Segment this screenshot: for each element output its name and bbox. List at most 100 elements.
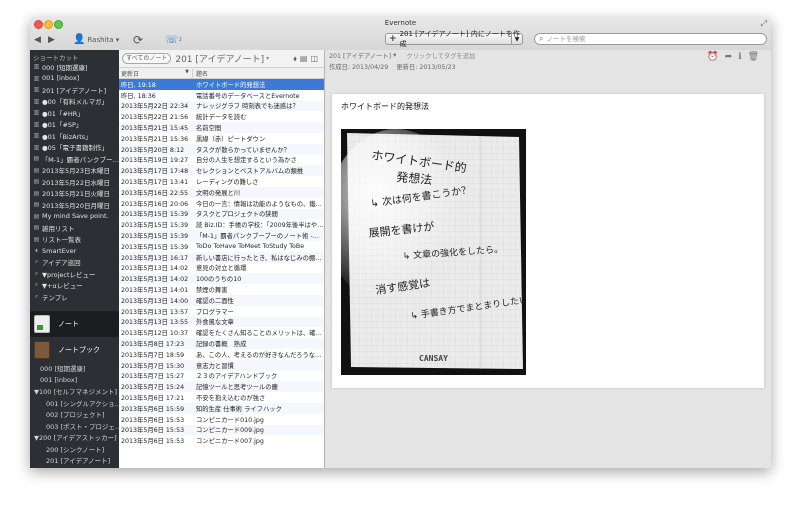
shortcut-item[interactable]: ⌕ ▼projectレビュー bbox=[30, 268, 119, 280]
note-row[interactable]: 2013年5月15日 15:39 「M-1」覇者パンクブーブーのノート術 -… bbox=[119, 230, 324, 241]
note-row[interactable]: 2013年5月20日 8:12 タスクが散らかっていませんか？ bbox=[119, 143, 324, 155]
notebook-item[interactable]: 201 [アイデアノート] bbox=[30, 455, 119, 467]
updated-date: 更新日: 2013/05/23 bbox=[396, 64, 456, 71]
chevron-down-icon[interactable]: ▾ bbox=[266, 55, 269, 62]
search-input[interactable] bbox=[546, 35, 747, 43]
shortcut-item[interactable]: ▤ 2013年5月23日木曜日 bbox=[30, 165, 119, 177]
column-updated[interactable]: 更新日 ▼ bbox=[119, 68, 193, 78]
note-row[interactable]: 2013年5月21日 15:36 黒線（赤）ピートダウン bbox=[119, 133, 324, 144]
note-detail-pane: 201 [アイデアノート] ▾ クリックしてタグを追加 ⏰➦ℹ🗑 作成日: 20… bbox=[325, 50, 771, 468]
note-title[interactable]: ホワイトボード的発想法 bbox=[341, 101, 429, 112]
note-row[interactable]: 2013年5月13日 13:57 プログラマー bbox=[119, 306, 324, 317]
note-row[interactable]: 2013年5月7日 15:27 ２３のアイデアハンドブック bbox=[119, 371, 324, 382]
sidebar-notes[interactable]: ノート bbox=[30, 310, 119, 337]
note-row[interactable]: 2013年5月15日 15:39 読 Biz.ID：手帳の学校：「2009年後半は… bbox=[119, 219, 324, 230]
share-icon[interactable]: ➦ bbox=[725, 52, 739, 62]
note-row[interactable]: 2013年5月13日 16:17 新しい書店に行ったとき、私はなじみの棚… bbox=[119, 251, 324, 263]
new-note-dropdown-icon[interactable]: ▼ bbox=[511, 34, 522, 45]
note-notebook-selector[interactable]: 201 [アイデアノート] bbox=[329, 51, 391, 60]
shortcut-item[interactable]: ⌕ アイデア巡回 bbox=[30, 257, 119, 269]
note-row-date: 2013年5月6日 17:21 bbox=[121, 395, 185, 402]
note-row[interactable]: 2013年5月7日 15:30 意志力と習慣 bbox=[119, 359, 324, 371]
shortcut-item[interactable]: ▥ 201 [アイデアノート] bbox=[30, 84, 119, 96]
shortcut-item[interactable]: ▤ 2013年5月20日月曜日 bbox=[30, 199, 119, 211]
shortcut-item[interactable]: ▥ 001 [inbox] bbox=[30, 73, 119, 85]
shortcut-label: My mind Save point. bbox=[42, 212, 109, 221]
note-row[interactable]: 2013年5月16日 20:06 今日の一言：情報は功能のようなもの、鍛… bbox=[119, 198, 324, 209]
note-row[interactable]: 2013年5月13日 14:01 禁煙の舞害 bbox=[119, 284, 324, 295]
forward-arrow-icon[interactable]: ▶ bbox=[48, 33, 55, 46]
info-icon[interactable]: ℹ bbox=[738, 52, 747, 62]
note-row[interactable]: 2013年5月6日 15:59 知的生産 仕事術 ライフハック bbox=[119, 402, 324, 414]
note-row[interactable]: 2013年5月15日 15:39 タスクとプロジェクトの狭間 bbox=[119, 208, 324, 220]
shortcut-item[interactable]: ▥ ●01「#SP」 bbox=[30, 119, 119, 131]
shortcut-item[interactable]: ▤ 2013年5月22日水曜日 bbox=[30, 176, 119, 188]
current-notebook-title[interactable]: 201 [アイデアノート] bbox=[175, 52, 264, 65]
notebook-item[interactable]: 200 [シンクノート] bbox=[30, 443, 119, 455]
notebook-item[interactable]: 002 [プロジェクト] bbox=[30, 409, 119, 421]
note-row[interactable]: 2013年5月22日 22:34 ナレッジグラフ 時刻表でも迷惑は？ bbox=[119, 100, 324, 112]
account-menu[interactable]: 👤 Rashita ▾ bbox=[73, 33, 119, 46]
note-row[interactable]: 2013年5月12日 10:37 確認をたくさん知ることのメリットは、確… bbox=[119, 327, 324, 338]
shortcut-item[interactable]: ⌕ ▼+αレビュー bbox=[30, 280, 119, 292]
notebook-item[interactable]: 000 [短期選康] bbox=[30, 363, 119, 375]
shortcut-item[interactable]: ▤ 「M-1」覇者パンクブー… bbox=[30, 153, 119, 165]
notebook-item[interactable]: ▼100 [セルフマネジメント] bbox=[30, 386, 119, 398]
note-row[interactable]: 2013年5月13日 14:02 100のうちの10 bbox=[119, 273, 324, 285]
sync-button[interactable]: ⟳ bbox=[133, 33, 143, 47]
notebook-item[interactable]: 001 [シングルアクショ… bbox=[30, 397, 119, 409]
note-row[interactable]: 2013年5月13日 14:00 確認の二面性 bbox=[119, 294, 324, 306]
note-editor[interactable]: ホワイトボード的発想法 ホワイトボード的 発想法 ↳ 次は何を書こうか？ 展開を… bbox=[326, 94, 764, 388]
notebook-info-icon[interactable]: ▤ bbox=[300, 54, 311, 63]
note-row[interactable]: 2013年5月13日 14:02 意見の対立と循環 bbox=[119, 263, 324, 274]
note-row[interactable]: 2013年5月6日 17:21 不安を抱え込むのが強さ bbox=[119, 392, 324, 403]
new-note-button[interactable]: + 201 [アイデアノート] 内にノートを作成 ▼ bbox=[385, 30, 523, 48]
shortcut-item[interactable]: ▥ 000 [短期選康] bbox=[30, 61, 119, 73]
note-row[interactable]: 昨日, 18:36 電話番号のデータベースとEvernote bbox=[119, 90, 324, 101]
all-notes-button[interactable]: すべてのノート bbox=[122, 53, 172, 64]
shortcut-item[interactable]: ▤ My mind Save point. bbox=[30, 211, 119, 223]
shortcut-item[interactable]: ▤ 雑用リスト bbox=[30, 222, 119, 234]
column-title[interactable]: 題名 bbox=[193, 69, 208, 78]
shortcut-item[interactable]: ▥ ●05「電子書籍制作」 bbox=[30, 142, 119, 154]
shortcut-item[interactable]: ▤ 2013年5月21日火曜日 bbox=[30, 188, 119, 200]
note-row[interactable]: 2013年5月16日 22:55 文明の発展と川 bbox=[119, 186, 324, 198]
fullscreen-icon[interactable]: ⤢ bbox=[761, 19, 767, 29]
sidebar-notebooks[interactable]: ノートブック bbox=[30, 337, 119, 363]
note-row[interactable]: 2013年5月6日 15:53 コンピニカード010.jpg bbox=[119, 414, 324, 425]
note-row[interactable]: 2013年5月7日 15:24 記憶ツールと思考ツールの塵 bbox=[119, 381, 324, 393]
shortcut-item[interactable]: ⌕ テンプレ bbox=[30, 291, 119, 303]
notebook-item[interactable]: 003 [ポスト・プロジェ… bbox=[30, 420, 119, 432]
activity-feed-button[interactable]: ☏ 2 bbox=[165, 33, 182, 46]
shortcut-item[interactable]: ▥ ●01「BizArts」 bbox=[30, 130, 119, 142]
note-row-date: 2013年5月17日 13:41 bbox=[121, 179, 189, 187]
view-toggle-icon[interactable]: ◫ bbox=[310, 54, 321, 63]
note-row[interactable]: 2013年5月22日 21:56 統計データを読む bbox=[119, 111, 324, 122]
note-row[interactable]: 2013年5月8日 17:23 記録の書概 熟成 bbox=[119, 338, 324, 349]
note-row[interactable]: 2013年5月6日 15:53 コンピニカード009.jpg bbox=[119, 424, 324, 436]
notebook-item[interactable]: 202 [アカウントアイデア… bbox=[30, 466, 119, 468]
reminder-icon[interactable]: ⏰ bbox=[707, 52, 724, 62]
shortcut-item[interactable]: ▤ リスト一覧表 bbox=[30, 234, 119, 246]
note-icon: ▤ bbox=[33, 178, 40, 186]
note-row[interactable]: 2013年5月6日 15:53 コンピニカード007.jpg bbox=[119, 435, 324, 446]
note-row[interactable]: 2013年5月17日 17:48 セレクションとベストアルバムの類推 bbox=[119, 165, 324, 177]
shortcut-item[interactable]: ⬧ SmartEver bbox=[30, 245, 119, 257]
shortcut-item[interactable]: ▥ ●00「有料メルマガ」 bbox=[30, 96, 119, 108]
notebook-item[interactable]: 001 [inbox] bbox=[30, 374, 119, 386]
note-row[interactable]: 2013年5月21日 15:45 名前空間 bbox=[119, 122, 324, 133]
tag-icon[interactable]: ⬧ bbox=[293, 54, 300, 63]
chevron-down-icon[interactable]: ▾ bbox=[393, 52, 396, 59]
note-row[interactable]: 2013年5月7日 18:59 あ、この人、考えるのが好きなんだろうな… bbox=[119, 349, 324, 360]
note-row[interactable]: 2013年5月13日 13:55 外食風な文章 bbox=[119, 316, 324, 328]
shortcut-item[interactable]: ▥ ●01「#HR」 bbox=[30, 107, 119, 119]
notebook-item[interactable]: ▼200 [アイデアストッカー] bbox=[30, 432, 119, 444]
back-arrow-icon[interactable]: ◀ bbox=[34, 33, 41, 46]
note-row[interactable]: 2013年5月19日 19:27 自分の人生を想定するという為かさ bbox=[119, 155, 324, 166]
add-tag-field[interactable]: クリックしてタグを追加 bbox=[406, 51, 475, 60]
trash-icon[interactable]: 🗑 bbox=[748, 52, 765, 62]
note-row[interactable]: 2013年5月17日 13:41 レーディングの難しさ bbox=[119, 176, 324, 187]
search-box[interactable]: ⌕ bbox=[534, 33, 767, 45]
note-row[interactable]: 昨日, 19:18 ホワイトボード的発想法 bbox=[119, 79, 324, 90]
note-row[interactable]: 2013年5月15日 15:39 ToDo ToHave ToMeet ToStu… bbox=[119, 241, 324, 252]
